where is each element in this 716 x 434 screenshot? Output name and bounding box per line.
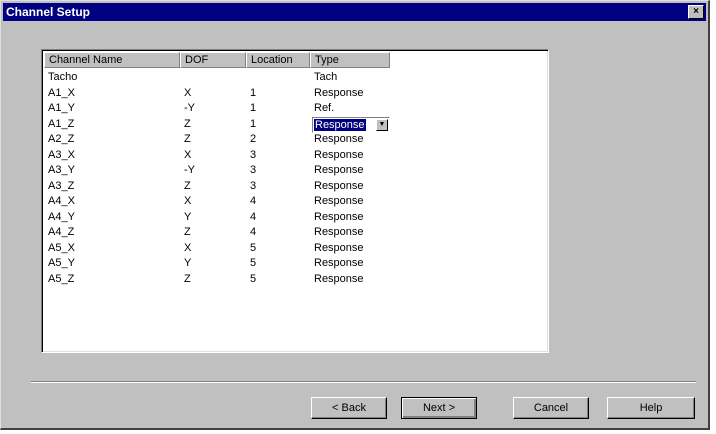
channel-name-cell: A4_Z (48, 226, 75, 238)
title-bar: Channel Setup × (3, 3, 706, 21)
help-button[interactable]: Help (607, 397, 695, 419)
channel-name-cell: A1_Z (48, 117, 75, 130)
close-icon: × (693, 6, 699, 17)
type-cell: Response (314, 164, 364, 176)
location-cell: 5 (250, 241, 257, 254)
dof-cell: Z (184, 179, 191, 192)
location-cell: 5 (250, 272, 257, 285)
dof-cell: Z (184, 272, 191, 285)
channel-name-cell: A5_Z (48, 272, 75, 285)
channel-name-cell: A5_X (48, 241, 75, 254)
dof-cell: X (184, 195, 192, 207)
channel-list[interactable]: Channel Name DOF Location Type Tacho Tach… (41, 49, 549, 353)
type-cell: Response (314, 148, 364, 161)
location-cell: 3 (250, 164, 257, 176)
type-cell: Response (314, 179, 364, 192)
channel-name-cell: A5_Y (48, 257, 75, 269)
dof-cell: Z (184, 133, 191, 145)
type-dropdown-value: Response (314, 118, 366, 131)
location-cell: 2 (250, 133, 257, 145)
channel-setup-dialog: Channel Setup × Channel Name DOF Locatio… (0, 0, 710, 430)
type-cell: Ref. (314, 102, 335, 114)
location-cell: 4 (250, 226, 257, 238)
dof-cell: Z (184, 117, 191, 130)
column-header-type[interactable]: Type (310, 52, 390, 68)
type-cell: Response (314, 195, 364, 207)
location-cell: 1 (250, 102, 257, 114)
column-header-location[interactable]: Location (246, 52, 310, 68)
dof-cell: Y (184, 257, 192, 269)
dof-cell: -Y (184, 164, 195, 176)
type-cell: Response (314, 272, 364, 285)
channel-name-cell: A3_Z (48, 179, 75, 192)
type-cell: Response (314, 257, 364, 269)
location-cell: 5 (250, 257, 257, 269)
type-cell: Tach (314, 71, 338, 83)
location-cell: 4 (250, 195, 257, 207)
location-cell: 1 (250, 117, 257, 130)
channel-name-cell: A2_Z (48, 133, 75, 145)
channel-name-cell: Tacho (48, 71, 78, 83)
type-cell: Response (314, 133, 364, 145)
dof-cell: X (184, 86, 192, 99)
dof-cell: X (184, 148, 192, 161)
location-cell: 4 (250, 210, 257, 223)
type-cell: Response (314, 241, 364, 254)
location-cell: 3 (250, 148, 257, 161)
type-cell: Response (314, 210, 364, 223)
channel-name-cell: A3_X (48, 148, 75, 161)
channel-name-cell: A3_Y (48, 164, 75, 176)
cancel-button[interactable]: Cancel (513, 397, 589, 419)
close-button[interactable]: × (688, 5, 704, 19)
channel-name-cell: A4_X (48, 195, 75, 207)
list-header: Channel Name DOF Location Type (44, 52, 390, 68)
chevron-down-icon[interactable]: ▼ (376, 118, 388, 131)
dof-cell: Z (184, 226, 191, 238)
dof-cell: X (184, 241, 192, 254)
dof-cell: Y (184, 210, 192, 223)
channel-name-cell: A1_Y (48, 102, 75, 114)
separator-line (31, 381, 696, 383)
channel-name-cell: A4_Y (48, 210, 75, 223)
column-header-channel-name[interactable]: Channel Name (44, 52, 180, 68)
column-header-dof[interactable]: DOF (180, 52, 246, 68)
location-cell: 1 (250, 86, 257, 99)
back-button[interactable]: < Back (311, 397, 387, 419)
channel-name-cell: A1_X (48, 86, 75, 99)
type-cell: Response (314, 226, 364, 238)
window-title: Channel Setup (6, 5, 91, 19)
next-button[interactable]: Next > (401, 397, 477, 419)
type-dropdown[interactable]: Response ▼ (312, 116, 390, 133)
dof-cell: -Y (184, 102, 195, 114)
type-cell: Response (314, 86, 364, 99)
location-cell: 3 (250, 179, 257, 192)
